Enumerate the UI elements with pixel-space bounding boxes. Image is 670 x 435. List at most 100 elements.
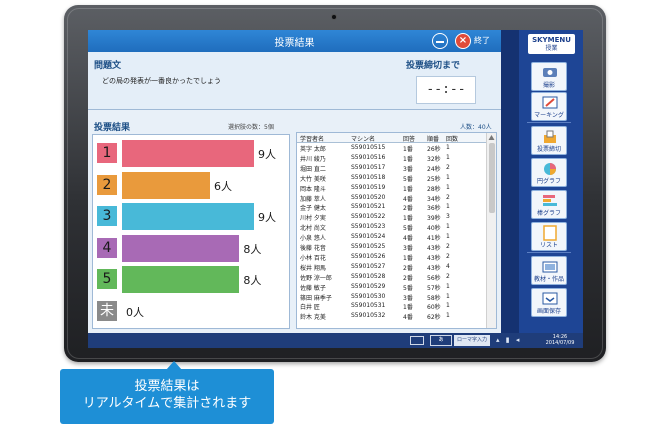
clock[interactable]: 14:26 2014/07/09 — [540, 334, 580, 346]
close-label[interactable]: 終了 — [474, 35, 490, 46]
projector-icon — [541, 65, 559, 81]
toolbar-button[interactable]: 教材・作品 — [531, 256, 567, 285]
table-row[interactable]: 堀田 直二 S59010517 3番 24秒 2 — [297, 164, 487, 173]
table-cell: 白井 匠 — [300, 304, 320, 312]
toolbar-side-strip — [501, 30, 519, 333]
table-cell: 1番 — [403, 254, 413, 262]
list-icon — [541, 225, 559, 241]
table-cell: 小泉 悠人 — [300, 235, 326, 243]
table-cell: S59010530 — [351, 292, 386, 300]
table-cell: 岡本 隆斗 — [300, 185, 326, 193]
minimize-icon[interactable] — [432, 33, 448, 49]
table-cell: 金子 健太 — [300, 205, 326, 213]
column-header[interactable]: 回答 — [403, 134, 415, 143]
column-header[interactable]: 学習者名 — [300, 134, 324, 143]
table-cell: 43秒 — [427, 245, 441, 252]
choices-count: 選択肢の数：5個 — [228, 124, 274, 131]
question-text: どの局の発表が一番良かったでしょう — [102, 77, 221, 85]
column-header[interactable]: 順番 — [427, 134, 439, 143]
table-row[interactable]: 北村 尚文 S59010523 5番 40秒 1 — [297, 223, 487, 232]
table-row[interactable]: 桜井 翔馬 S59010527 2番 43秒 4 — [297, 263, 487, 272]
table-row[interactable]: 佐藤 敏子 S59010529 5番 57秒 1 — [297, 283, 487, 292]
table-cell: 25秒 — [427, 175, 441, 183]
table-cell: 5番 — [403, 175, 413, 183]
column-header[interactable]: 回数 — [446, 134, 458, 143]
table-cell: 1 — [446, 203, 450, 211]
ime-indicator[interactable]: あ — [430, 335, 452, 346]
scroll-up-icon[interactable] — [488, 134, 495, 141]
table-row[interactable]: 井川 綾乃 S59010516 1番 32秒 1 — [297, 154, 487, 163]
table-cell: 川村 夕実 — [300, 215, 326, 223]
toolbar-button[interactable]: 画面保存 — [531, 288, 567, 317]
toolbar-button-label: 円グラフ — [536, 178, 561, 185]
table-row[interactable]: 川村 夕実 S59010522 1番 39秒 3 — [297, 213, 487, 222]
keyboard-icon[interactable] — [410, 336, 424, 345]
table-scrollbar[interactable] — [486, 133, 496, 328]
table-cell: 2番 — [403, 264, 413, 272]
table-row[interactable]: 加藤 萃人 S59010520 4番 34秒 2 — [297, 194, 487, 203]
toolbar-button-label: リスト — [539, 242, 558, 249]
table-cell: S59010518 — [351, 173, 386, 181]
toolbar-button-label: 投票締切 — [536, 146, 561, 153]
table-cell: 1 — [446, 144, 450, 151]
table-row[interactable]: 小林 百花 S59010526 1番 43秒 2 — [297, 253, 487, 262]
toolbar-button[interactable]: 投票締切 — [531, 126, 567, 155]
materials-icon — [541, 259, 559, 275]
table-row[interactable]: 小泉 悠人 S59010524 4番 41秒 1 — [297, 233, 487, 242]
table-cell: 1 — [446, 302, 450, 310]
vote-table: 学習者名 マシン名 回答 順番 回数 英字 太郎 S59010515 1番 26秒 1 井川 綾乃… — [296, 132, 497, 329]
table-cell: S59010529 — [351, 282, 386, 290]
stage: 投票結果 × 終了 問題文 どの局の発表が一番良かったでしょう 投票締切まで -… — [0, 0, 670, 435]
table-row[interactable]: 佐野 涼一郎 S59010528 2番 56秒 2 — [297, 273, 487, 282]
ime-mode[interactable]: ローマ字入力 — [454, 335, 490, 346]
skymenu-logo: SKYMENU 授業 — [528, 34, 575, 54]
table-row[interactable]: 鈴木 克美 S59010532 4番 62秒 1 — [297, 312, 487, 321]
pie-chart-icon — [541, 161, 559, 177]
table-row[interactable]: 白井 匠 S59010531 1番 60秒 1 — [297, 302, 487, 311]
toolbar-separator — [527, 122, 571, 123]
table-cell: S59010519 — [351, 183, 386, 191]
toolbar-button[interactable]: 棒グラフ — [531, 190, 567, 219]
toolbar-button-label: 棒グラフ — [536, 210, 561, 217]
table-row[interactable]: 岡本 隆斗 S59010519 1番 28秒 1 — [297, 184, 487, 193]
table-row[interactable]: 英字 太郎 S59010515 1番 26秒 1 — [297, 144, 487, 153]
table-cell: 1番 — [403, 146, 413, 153]
table-cell: 2 — [446, 272, 450, 280]
table-cell: 大竹 美咲 — [300, 175, 326, 183]
table-cell: 1 — [446, 223, 450, 231]
toolbar-button[interactable]: 撮影 — [531, 62, 567, 91]
table-cell: 小林 百花 — [300, 254, 326, 262]
table-row[interactable]: 金子 健太 S59010521 2番 36秒 1 — [297, 203, 487, 212]
bar-category-label: 4 — [97, 237, 117, 258]
table-cell: 60秒 — [427, 304, 441, 312]
table-cell: 1 — [446, 183, 450, 191]
scroll-thumb[interactable] — [489, 143, 495, 213]
table-cell: 鈴木 克美 — [300, 314, 326, 322]
toolbar-button-label: 画面保存 — [536, 308, 561, 315]
callout-line-1: 投票結果は — [134, 379, 200, 394]
bar-chart-icon — [541, 193, 559, 209]
table-cell: 篠田 麻季子 — [300, 294, 332, 302]
tray-icons[interactable]: ▴ ▮ ◂ — [496, 336, 521, 344]
table-cell: S59010527 — [351, 262, 386, 270]
table-row[interactable]: 篠田 麻季子 S59010530 3番 58秒 1 — [297, 293, 487, 302]
close-icon[interactable]: × — [455, 33, 471, 49]
table-cell: 5番 — [403, 225, 413, 233]
bar-value-label: 9人 — [258, 148, 276, 161]
bar-category-label: 5 — [97, 269, 117, 289]
table-cell: 1 — [446, 312, 450, 320]
column-header[interactable]: マシン名 — [351, 134, 375, 143]
table-cell: 2 — [446, 243, 450, 250]
toolbar-button[interactable]: 円グラフ — [531, 158, 567, 187]
table-cell: 5番 — [403, 284, 413, 292]
results-header: 投票結果 選択肢の数：5個 — [88, 120, 288, 133]
table-cell: 後藤 花音 — [300, 245, 326, 252]
bar — [122, 266, 240, 293]
table-cell: 4番 — [403, 195, 413, 203]
toolbar-button[interactable]: マーキング — [531, 92, 567, 121]
table-cell: 1 — [446, 282, 450, 290]
toolbar-button[interactable]: リスト — [531, 222, 567, 251]
table-row[interactable]: 大竹 美咲 S59010518 5番 25秒 1 — [297, 174, 487, 183]
table-cell: 57秒 — [427, 284, 441, 292]
table-row[interactable]: 後藤 花音 S59010525 3番 43秒 2 — [297, 243, 487, 252]
